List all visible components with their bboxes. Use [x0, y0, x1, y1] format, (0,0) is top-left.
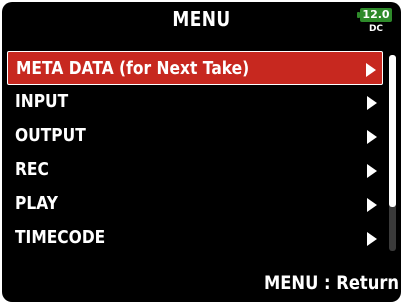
arrow-right-icon [367, 130, 377, 144]
power-source: DC [368, 24, 384, 34]
return-hint: MENU : Return [263, 272, 399, 294]
menu-item-rec[interactable]: REC [7, 153, 383, 187]
battery-icon: 12.0 DC [356, 8, 396, 38]
arrow-right-icon [367, 198, 377, 212]
arrow-right-icon [367, 96, 377, 110]
scrollbar-thumb[interactable] [389, 55, 396, 207]
menu-item-output[interactable]: OUTPUT [7, 119, 383, 153]
menu-item-label: META DATA (for Next Take) [16, 58, 250, 79]
menu-item-label: PLAY [15, 193, 58, 214]
battery-level: 12.0 [362, 8, 390, 21]
menu-item-label: TIMECODE [15, 227, 106, 248]
arrow-right-icon [366, 63, 376, 77]
arrow-right-icon [367, 232, 377, 246]
menu-item-label: INPUT [15, 91, 69, 112]
menu-item-input[interactable]: INPUT [7, 85, 383, 119]
device-screen: MENU 12.0 DC META DATA (for Next Take) I… [2, 2, 401, 302]
scrollbar[interactable] [389, 55, 396, 251]
menu-item-play[interactable]: PLAY [7, 187, 383, 221]
arrow-right-icon [367, 164, 377, 178]
menu-item-label: REC [15, 159, 49, 180]
menu-list: META DATA (for Next Take) INPUT OUTPUT R… [7, 51, 383, 255]
page-title: MENU [172, 7, 231, 31]
menu-item-timecode[interactable]: TIMECODE [7, 221, 383, 255]
menu-item-label: OUTPUT [15, 125, 86, 146]
menu-item-meta-data[interactable]: META DATA (for Next Take) [7, 51, 383, 85]
header: MENU 12.0 DC [2, 2, 401, 42]
